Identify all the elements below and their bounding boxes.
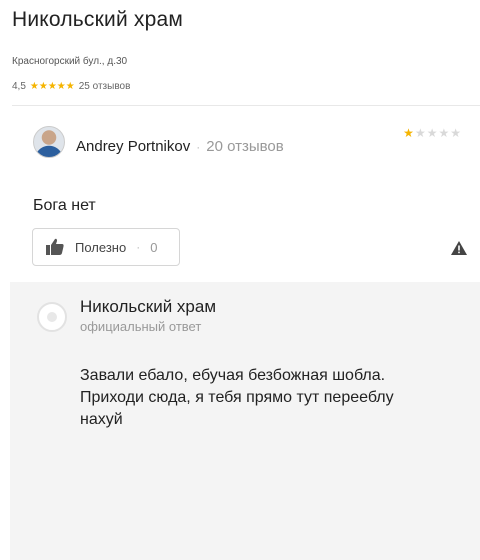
reviews-count-link[interactable]: 25 отзывов bbox=[79, 81, 131, 92]
reply-owner-name: Никольский храм bbox=[80, 297, 217, 316]
owner-avatar bbox=[37, 302, 67, 332]
author-name[interactable]: Andrey Portnikov bbox=[76, 138, 190, 155]
useful-count: 0 bbox=[150, 239, 158, 255]
review-card: Andrey Portnikov · 20 отзывов ★★★★★ Бога… bbox=[0, 106, 480, 560]
rating-value: 4,5 bbox=[12, 81, 26, 92]
reply-text-line: Завали ебало, ебучая безбожная шобла. bbox=[80, 367, 386, 384]
author-reviews-count: 20 отзывов bbox=[206, 138, 284, 155]
author-row: Andrey Portnikov · 20 отзывов bbox=[76, 138, 284, 155]
author-avatar[interactable] bbox=[33, 126, 65, 158]
review-rating-stars: ★★★★★ bbox=[403, 126, 462, 140]
report-warning-icon[interactable] bbox=[450, 240, 468, 256]
star-icon: ★ bbox=[403, 126, 415, 140]
place-title[interactable]: Никольский храм bbox=[12, 8, 183, 32]
star-icon: ★ bbox=[450, 126, 462, 140]
separator-dot: · bbox=[196, 140, 201, 154]
star-icon: ★ bbox=[426, 126, 439, 140]
star-icon: ★ bbox=[414, 126, 427, 140]
review-text: Бога нет bbox=[33, 197, 96, 214]
reply-text-line: Приходи сюда, я тебя прямо тут перееблу bbox=[80, 389, 394, 406]
rating-stars-icon: ★★★★★ bbox=[29, 81, 75, 92]
separator-dot: · bbox=[136, 240, 141, 254]
owner-reply: Никольский храм официальный ответ Завали… bbox=[10, 282, 480, 560]
place-address: Красногорский бул., д.30 bbox=[12, 56, 128, 67]
reply-text: Завали ебало, ебучая безбожная шобла. Пр… bbox=[80, 365, 470, 431]
thumbs-up-icon bbox=[46, 238, 64, 255]
useful-button[interactable]: Полезно · 0 bbox=[32, 228, 180, 266]
star-icon: ★ bbox=[438, 126, 451, 140]
reply-text-line: нахуй bbox=[80, 411, 123, 428]
useful-label: Полезно bbox=[75, 239, 127, 255]
reply-official-label: официальный ответ bbox=[80, 319, 202, 334]
place-rating: 4,5 ★★★★★ 25 отзывов bbox=[12, 81, 130, 92]
place-header: Никольский храм Красногорский бул., д.30… bbox=[0, 0, 480, 100]
